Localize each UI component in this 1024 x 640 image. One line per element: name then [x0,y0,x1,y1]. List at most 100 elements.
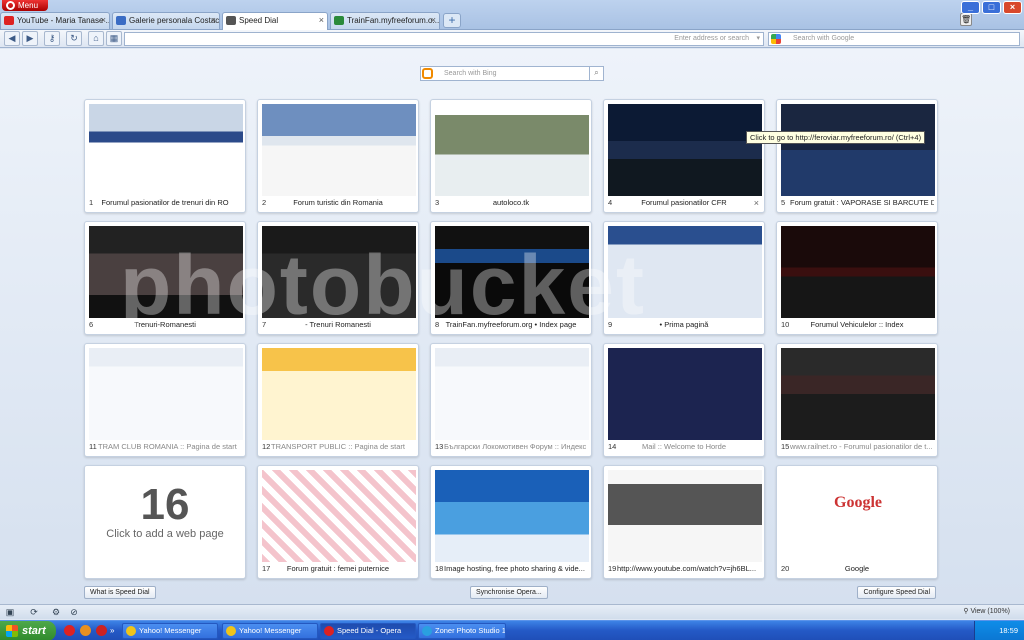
page-thumbnail [262,348,416,440]
unite-icon[interactable]: ⚙ [50,606,62,618]
panel-toggle-icon[interactable]: ▣ [4,606,16,618]
bing-search-field[interactable]: Search with Bing ⌕ [420,66,604,81]
entry-title: Български Локомотивен Форум :: Индекс [444,442,587,451]
entry-caption: 3 autoloco.tk [434,196,588,209]
tab-bar: Menu YouTube - Maria Tanase ... × Galerie … [0,0,1024,30]
taskbar-item[interactable]: Speed Dial - Opera [320,623,416,639]
speed-dial-entry[interactable]: 12 TRANSPORT PUBLIC :: Pagina de start [257,343,419,457]
tab-3[interactable]: Speed Dial × [222,12,328,30]
sync-icon[interactable]: ⟳ [28,606,40,618]
opera-menu-button[interactable]: Menu [2,0,48,11]
page-thumbnail [781,104,935,196]
entry-number: 6 [89,320,94,329]
entry-title: • Prima pagină [659,320,709,329]
speed-dial-entry[interactable]: 15 www.railnet.ro - Forumul pasionatilor … [776,343,938,457]
taskbar-item-label: Yahoo! Messenger [239,626,302,635]
speed-dial-page: Search with Bing ⌕ 1 Forumul pasionatilor … [0,49,1024,604]
entry-number: 19 [608,564,617,573]
speed-dial-entry[interactable]: 2 Forum turistic din Romania [257,99,419,213]
what-is-speed-dial-button[interactable]: What is Speed Dial [84,586,156,599]
entry-title: Forum gratuit : femei puternice [286,564,390,573]
maximize-button[interactable]: □ [982,1,1001,14]
add-page-label: Click to add a web page [106,528,224,540]
synchronise-button[interactable]: Synchronise Opera... [470,586,548,599]
new-tab-button[interactable]: + [443,13,461,28]
speed-dial-entry[interactable]: 10 Forumul Vehiculelor :: Index [776,221,938,335]
zoom-level[interactable]: ⚲ View (100%) [963,605,1010,619]
chevron-right-icon[interactable]: » [110,625,118,636]
turbo-icon[interactable]: ⊘ [68,606,80,618]
start-button[interactable]: start [0,621,56,640]
home-button[interactable]: ⌂ [88,31,104,46]
speed-dial-entry[interactable]: 18 Image hosting, free photo sharing & vi… [430,465,592,579]
entry-title: autoloco.tk [492,198,530,207]
close-tab-icon[interactable]: × [101,13,106,28]
speed-dial-icon [226,16,236,25]
trash-icon[interactable]: 🗑 [960,13,972,26]
minimize-button[interactable]: _ [961,1,980,14]
windows-logo-icon [6,625,18,637]
firefox-quicklaunch-icon[interactable] [80,625,91,636]
chevron-down-icon[interactable]: ▾ [756,33,760,45]
speed-dial-entry[interactable]: 14 Mail :: Welcome to Horde [603,343,765,457]
opera-alt-quicklaunch-icon[interactable] [96,625,107,636]
entry-number: 5 [781,198,786,207]
speed-dial-entry[interactable]: 1 Forumul pasionatilor de trenuri din RO [84,99,246,213]
status-bar: ▣ ⟳ ⚙ ⊘ ⚲ View (100%) [0,604,1024,619]
configure-speed-dial-button[interactable]: Configure Speed Dial [857,586,936,599]
page-thumbnail [781,226,935,318]
reload-button[interactable]: ↻ [66,31,82,46]
entry-title: Trenuri-Romanesti [134,320,196,329]
page-thumbnail [435,470,589,562]
entry-title: Google [844,564,870,573]
entry-number: 4 [608,198,613,207]
close-tab-icon[interactable]: × [319,13,324,28]
speed-dial-entry[interactable]: 3 autoloco.tk [430,99,592,213]
tab-1[interactable]: YouTube - Maria Tanase ... × [0,12,110,29]
speed-dial-entry[interactable]: 5 Forum gratuit : VAPORASE SI BARCUTE DE.… [776,99,938,213]
speed-dial-entry[interactable]: 8 TrainFan.myfreeforum.org • Index page [430,221,592,335]
slot-number: 16 [140,480,190,529]
speed-dial-entry[interactable]: 19 http://www.youtube.com/watch?v=jh6BL..… [603,465,765,579]
speed-dial-entry[interactable]: 17 Forum gratuit : femei puternice [257,465,419,579]
entry-caption: 15 www.railnet.ro - Forumul pasionatilor … [780,440,934,453]
speed-dial-entry[interactable]: 9 • Prima pagină [603,221,765,335]
forward-button[interactable]: ▶ [22,31,38,46]
speed-dial-entry[interactable]: Google 20 Google [776,465,938,579]
close-entry-icon[interactable]: × [754,198,759,208]
entry-caption: 20 Google [780,562,934,575]
close-window-button[interactable]: × [1003,1,1022,14]
tab-label: TrainFan.myfreeforum.o... [347,16,440,25]
app-icon [422,626,432,636]
entry-title: Forum turistic din Romania [293,198,383,207]
speed-dial-entry[interactable]: 11 TRAM CLUB ROMANIA :: Pagina de start [84,343,246,457]
taskbar-item[interactable]: Yahoo! Messenger [222,623,318,639]
speed-dial-grid-icon[interactable]: ▦ [106,31,122,46]
back-button[interactable]: ◀ [4,31,20,46]
tooltip: Click to go to http://feroviar.myfreefor… [746,131,926,144]
speed-dial-entry[interactable]: 4 Forumul pasionatilor CFR × [603,99,765,213]
entry-title: - Trenuri Romanesti [305,320,371,329]
entry-title: Forum gratuit : VAPORASE SI BARCUTE DE..… [790,198,934,207]
address-field[interactable]: Enter address or search ▾ [124,32,764,46]
speed-dial-entry[interactable]: 7 - Trenuri Romanesti [257,221,419,335]
entry-caption: 9 • Prima pagină [607,318,761,331]
app-icon [126,626,136,636]
tab-2[interactable]: Galerie personala Costac... × [112,12,220,29]
taskbar-item[interactable]: Zoner Photo Studio 1... [418,623,506,639]
search-icon[interactable]: ⌕ [589,66,603,81]
page-thumbnail [608,470,762,562]
empty-speed-dial-slot[interactable]: 16 Click to add a web page [84,465,246,579]
close-tab-icon[interactable]: × [211,13,216,28]
taskbar-item[interactable]: Yahoo! Messenger [122,623,218,639]
opera-quicklaunch-icon[interactable] [64,625,75,636]
page-thumbnail [435,104,589,196]
speed-dial-entry[interactable]: 13 Български Локомотивен Форум :: Индекс [430,343,592,457]
tab-4[interactable]: TrainFan.myfreeforum.o... × [330,12,440,29]
opera-logo-icon [6,1,15,10]
page-thumbnail [608,348,762,440]
speed-dial-entry[interactable]: 6 Trenuri-Romanesti [84,221,246,335]
close-tab-icon[interactable]: × [431,13,436,28]
google-search-field[interactable]: Search with Google [768,32,1020,46]
key-icon[interactable]: ⚷ [44,31,60,46]
